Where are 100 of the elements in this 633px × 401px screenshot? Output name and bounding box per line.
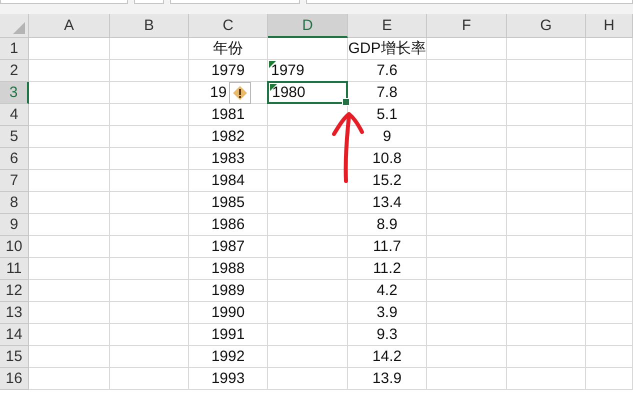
table-cell[interactable] [427,258,507,280]
select-all-button[interactable] [0,14,29,38]
table-cell[interactable] [427,280,507,302]
table-cell[interactable] [586,368,633,390]
table-cell[interactable] [586,192,633,214]
row-header[interactable]: 13 [0,302,29,324]
table-cell[interactable] [427,368,507,390]
table-cell[interactable]: 11.2 [348,258,427,280]
table-cell[interactable] [586,302,633,324]
table-cell[interactable]: 1981 [189,104,268,126]
table-cell[interactable] [29,126,110,148]
table-cell[interactable] [110,368,189,390]
row-header[interactable]: 5 [0,126,29,148]
table-cell[interactable] [29,192,110,214]
column-header[interactable]: D [268,14,348,38]
column-header[interactable]: C [189,14,268,38]
table-cell[interactable] [268,192,348,214]
table-cell[interactable] [268,236,348,258]
table-cell[interactable]: 7.6 [348,60,427,82]
table-cell[interactable] [268,324,348,346]
table-cell[interactable] [110,170,189,192]
table-cell[interactable] [586,104,633,126]
table-cell[interactable] [110,214,189,236]
table-cell[interactable]: 14.2 [348,346,427,368]
table-cell[interactable]: 4.2 [348,280,427,302]
formula-field[interactable] [306,0,633,4]
table-cell[interactable] [586,82,633,104]
table-cell[interactable] [29,170,110,192]
row-header[interactable]: 4 [0,104,29,126]
table-cell[interactable] [586,148,633,170]
row-header[interactable]: 12 [0,280,29,302]
table-cell[interactable] [110,280,189,302]
table-cell[interactable] [427,302,507,324]
table-cell[interactable]: 1984 [189,170,268,192]
table-cell[interactable] [29,148,110,170]
table-cell[interactable]: 19 [189,82,268,104]
table-cell[interactable] [586,60,633,82]
table-cell[interactable]: 1980 [267,81,348,104]
row-header[interactable]: 2 [0,60,29,82]
column-header[interactable]: E [348,14,427,38]
table-cell[interactable] [268,368,348,390]
table-cell[interactable]: 1990 [189,302,268,324]
name-box[interactable] [0,0,128,4]
table-cell[interactable] [507,38,586,60]
table-cell[interactable] [507,104,586,126]
table-cell[interactable] [507,324,586,346]
column-header[interactable]: H [586,14,633,38]
table-cell[interactable]: 11.7 [348,236,427,258]
table-cell[interactable] [29,104,110,126]
table-cell[interactable] [586,280,633,302]
table-cell[interactable]: 1983 [189,148,268,170]
table-cell[interactable]: 1989 [189,280,268,302]
row-header[interactable]: 10 [0,236,29,258]
table-cell[interactable] [110,38,189,60]
column-header[interactable]: G [507,14,586,38]
table-cell[interactable]: 1991 [189,324,268,346]
table-cell[interactable]: 1985 [189,192,268,214]
table-cell[interactable]: GDP增长率 [348,38,427,60]
table-cell[interactable] [427,346,507,368]
table-cell[interactable] [507,368,586,390]
table-cell[interactable]: 1993 [189,368,268,390]
table-cell[interactable] [427,126,507,148]
table-cell[interactable] [507,60,586,82]
table-cell[interactable] [427,82,507,104]
column-header[interactable]: A [29,14,110,38]
table-cell[interactable] [110,236,189,258]
table-cell[interactable] [586,38,633,60]
table-cell[interactable] [110,148,189,170]
row-header[interactable]: 7 [0,170,29,192]
table-cell[interactable] [427,236,507,258]
table-cell[interactable]: 15.2 [348,170,427,192]
table-cell[interactable]: 7.8 [348,82,427,104]
table-cell[interactable]: 3.9 [348,302,427,324]
table-cell[interactable] [268,258,348,280]
toolbar-field[interactable] [170,0,300,4]
table-cell[interactable]: 13.9 [348,368,427,390]
toolbar-field[interactable] [134,0,164,4]
table-cell[interactable] [427,214,507,236]
table-cell[interactable] [507,148,586,170]
row-header[interactable]: 9 [0,214,29,236]
row-header[interactable]: 8 [0,192,29,214]
table-cell[interactable] [507,214,586,236]
table-cell[interactable] [29,236,110,258]
warning-button[interactable] [228,82,251,104]
row-header[interactable]: 15 [0,346,29,368]
table-cell[interactable] [29,60,110,82]
table-cell[interactable] [427,148,507,170]
table-cell[interactable] [110,192,189,214]
table-cell[interactable] [110,82,189,104]
row-header[interactable]: 14 [0,324,29,346]
table-cell[interactable] [110,258,189,280]
table-cell[interactable] [110,324,189,346]
table-cell[interactable] [507,236,586,258]
table-cell[interactable] [507,170,586,192]
table-cell[interactable]: 13.4 [348,192,427,214]
row-header[interactable]: 16 [0,368,29,390]
table-cell[interactable] [29,368,110,390]
column-header[interactable]: B [110,14,189,38]
table-cell[interactable] [586,258,633,280]
table-cell[interactable] [586,236,633,258]
